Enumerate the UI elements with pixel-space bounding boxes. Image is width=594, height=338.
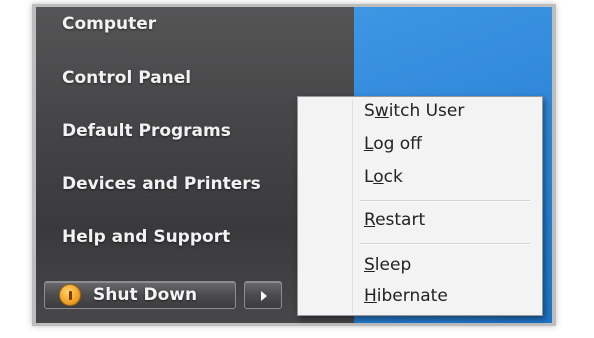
menu-separator	[360, 200, 530, 202]
menu-item-log-off[interactable]: Log off	[364, 134, 422, 154]
shutdown-options-menu: Switch User Log off Lock Restart Sleep H…	[297, 96, 543, 316]
nav-item-control-panel[interactable]: Control Panel	[62, 68, 191, 88]
menu-item-sleep[interactable]: Sleep	[364, 255, 411, 275]
menu-item-lock[interactable]: Lock	[364, 167, 403, 187]
nav-item-help-and-support[interactable]: Help and Support	[62, 227, 230, 247]
chevron-right-icon	[261, 291, 267, 301]
shutdown-options-arrow-button[interactable]	[244, 281, 282, 309]
nav-item-computer[interactable]: Computer	[62, 14, 156, 34]
menu-separator	[360, 243, 530, 245]
shut-down-button[interactable]: Shut Down	[44, 281, 236, 309]
shutdown-area: Shut Down	[44, 281, 284, 311]
menu-icon-gutter	[352, 99, 353, 313]
menu-item-hibernate[interactable]: Hibernate	[364, 286, 448, 306]
menu-item-switch-user[interactable]: Switch User	[364, 101, 464, 121]
power-shield-icon	[59, 284, 81, 306]
shut-down-label: Shut Down	[93, 285, 198, 305]
nav-item-devices-and-printers[interactable]: Devices and Printers	[62, 174, 261, 194]
nav-item-default-programs[interactable]: Default Programs	[62, 121, 231, 141]
menu-item-restart[interactable]: Restart	[364, 210, 425, 230]
